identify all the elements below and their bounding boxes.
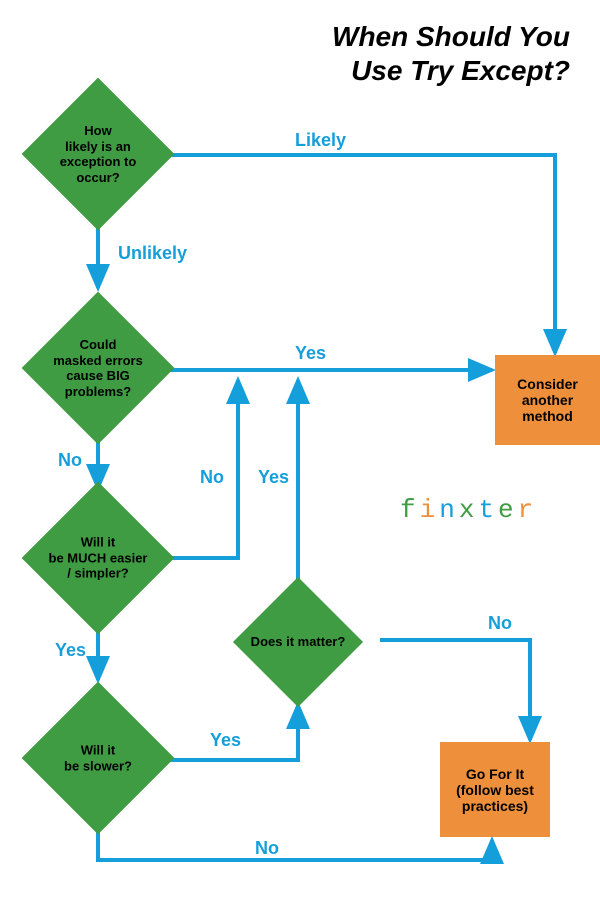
decision-q3: Will it be MUCH easier / simpler?	[22, 482, 175, 635]
decision-q2: Could masked errors cause BIG problems?	[22, 292, 175, 445]
r1-text: Consider another method	[503, 376, 592, 424]
page-title: When Should You Use Try Except?	[332, 20, 570, 87]
title-line1: When Should You	[332, 21, 570, 52]
label-no-q4: No	[255, 838, 279, 859]
q4-text: Will it be slower?	[22, 742, 173, 773]
decision-q1: How likely is an exception to occur?	[22, 78, 175, 231]
label-yes-q3: Yes	[55, 640, 86, 661]
q2-text: Could masked errors cause BIG problems?	[22, 337, 173, 399]
label-yes-q4: Yes	[210, 730, 241, 751]
decision-q4: Will it be slower?	[22, 682, 175, 835]
r2-text: Go For It (follow best practices)	[448, 766, 542, 814]
label-no-q5: No	[488, 613, 512, 634]
result-consider: Consider another method	[495, 355, 600, 445]
decision-q5: Does it matter?	[233, 577, 363, 707]
label-no-q3: No	[200, 467, 224, 488]
label-unlikely: Unlikely	[118, 243, 187, 264]
label-likely: Likely	[295, 130, 346, 151]
title-line2: Use Try Except?	[351, 55, 570, 86]
result-goforit: Go For It (follow best practices)	[440, 742, 550, 837]
label-yes-q5: Yes	[258, 467, 289, 488]
q3-text: Will it be MUCH easier / simpler?	[22, 535, 173, 582]
label-no-q2: No	[58, 450, 82, 471]
q5-text: Does it matter?	[234, 634, 363, 650]
q1-text: How likely is an exception to occur?	[22, 123, 173, 185]
label-yes-q2: Yes	[295, 343, 326, 364]
brand-logo: finxter	[400, 495, 537, 525]
